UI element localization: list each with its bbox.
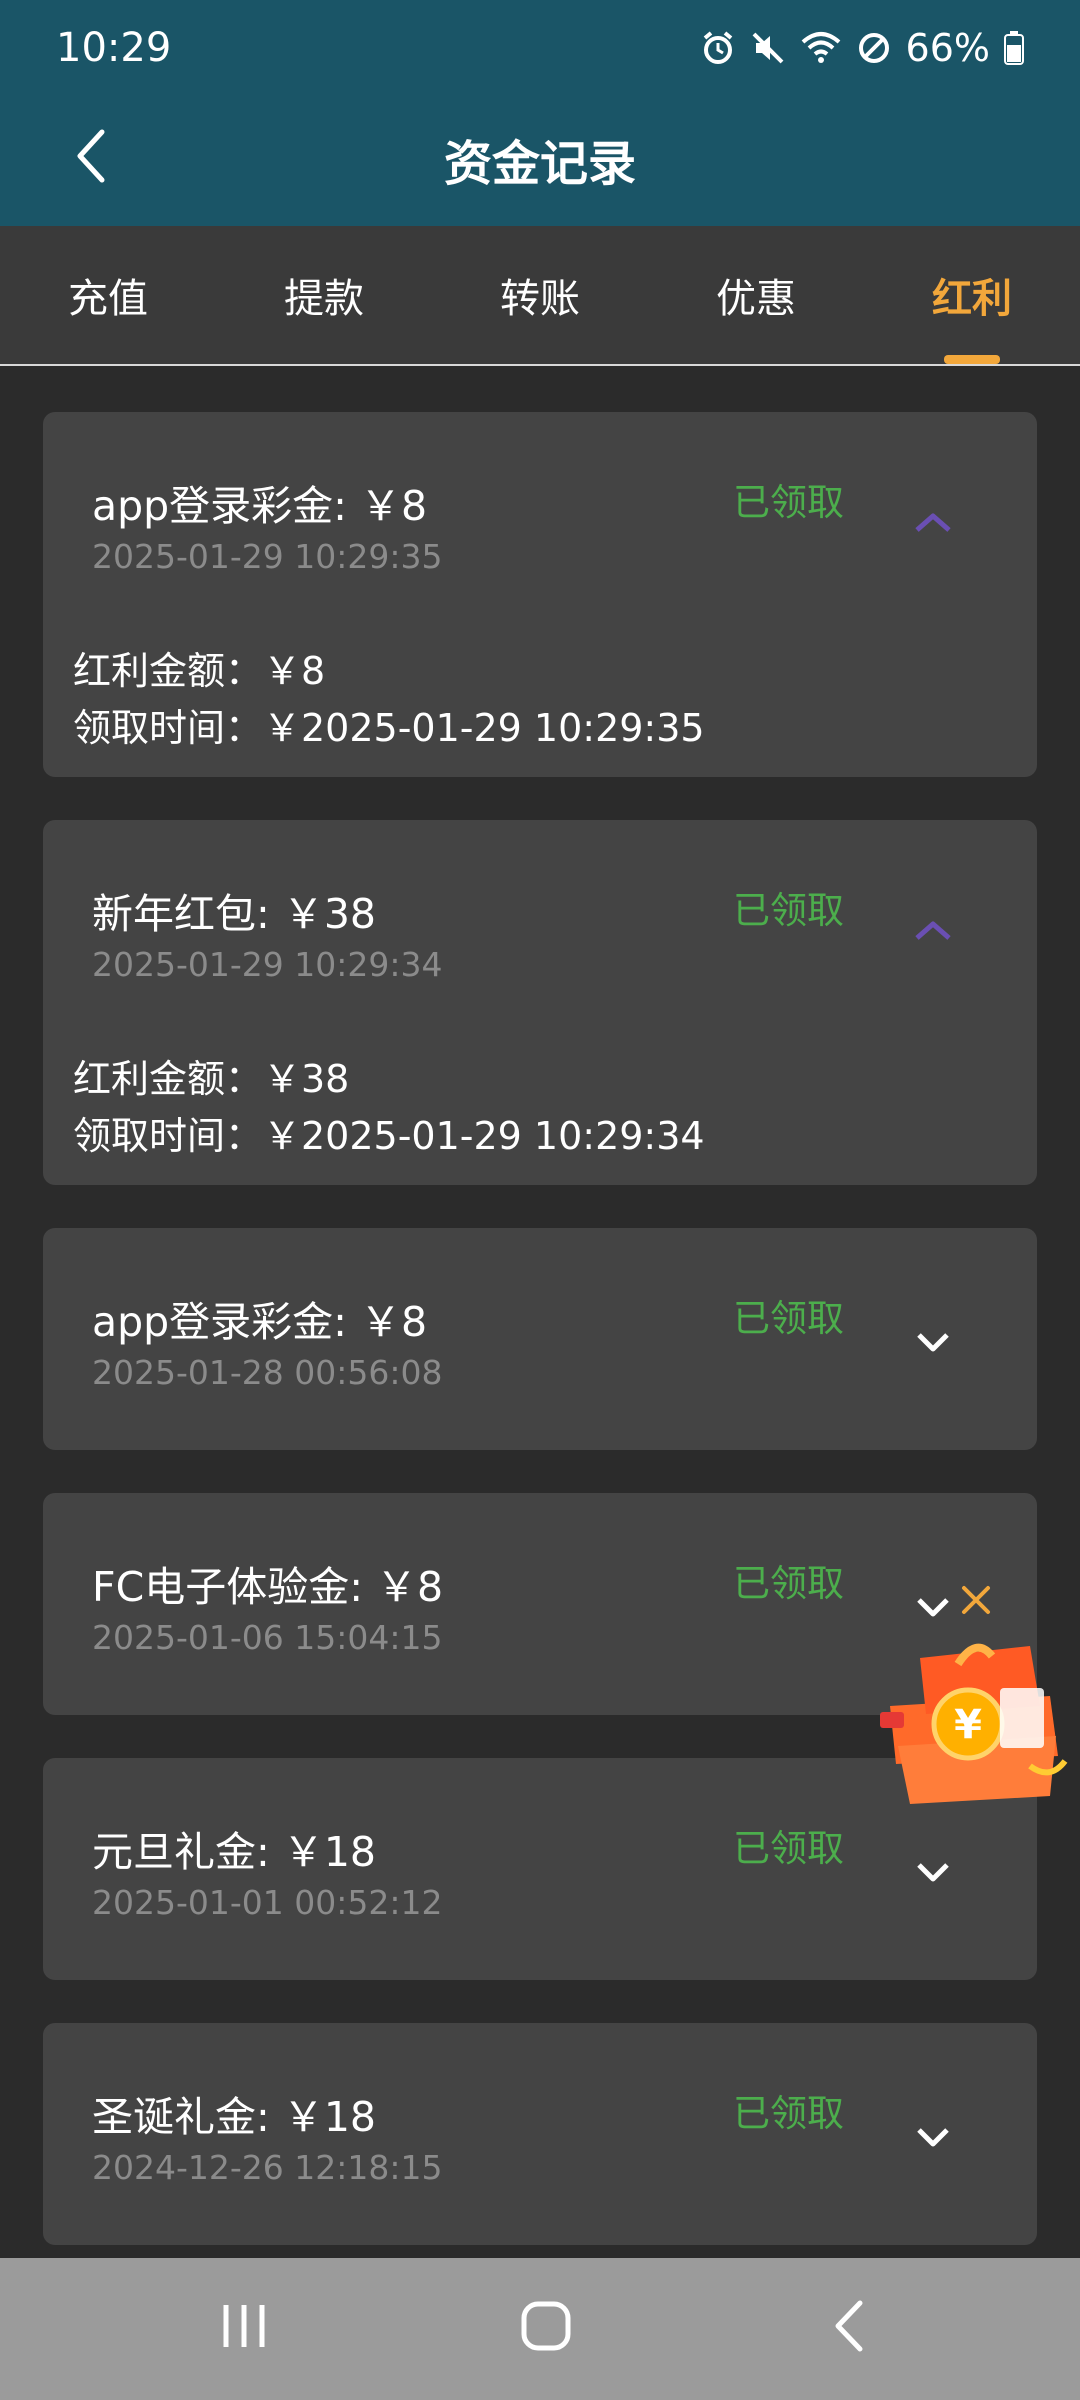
tab-label: 优惠 [716, 276, 796, 322]
floating-promo[interactable]: ¥ [880, 1576, 1070, 1816]
collapse-button[interactable] [903, 502, 963, 546]
record-title: FC电子体验金: ￥8 [92, 1563, 444, 1611]
svg-text:¥: ¥ [954, 1702, 982, 1748]
battery-percent: 66% [905, 26, 990, 70]
record-title: app登录彩金: ￥8 [92, 482, 428, 530]
tab-label: 充值 [68, 276, 148, 322]
expand-button[interactable] [903, 2117, 963, 2161]
record-title: 圣诞礼金: ￥18 [92, 2093, 377, 2141]
system-nav-bar [0, 2258, 1080, 2400]
record-date: 2025-01-29 10:29:35 [92, 537, 443, 576]
claim-time: 领取时间：￥2025-01-29 10:29:34 [73, 1114, 705, 1158]
status-bar: 10:29 66% [0, 0, 1080, 96]
record-status: 已领取 [733, 1297, 844, 1340]
record-status: 已领取 [733, 481, 844, 524]
gift-box-icon[interactable]: ¥ [880, 1636, 1070, 1806]
back-icon [830, 2299, 870, 2357]
home-button[interactable] [506, 2298, 586, 2358]
record-date: 2025-01-29 10:29:34 [92, 945, 443, 984]
close-icon[interactable] [956, 1580, 996, 1620]
tab-label: 转账 [500, 276, 580, 322]
claim-time: 领取时间：￥2025-01-29 10:29:35 [73, 706, 705, 750]
page-title: 资金记录 [443, 136, 636, 192]
bonus-amount: 红利金额：￥38 [73, 1057, 350, 1101]
battery-icon [1004, 31, 1024, 65]
system-back-button[interactable] [810, 2298, 890, 2358]
chevron-up-icon [913, 918, 953, 946]
record-status: 已领取 [733, 1827, 844, 1870]
collapse-button[interactable] [903, 910, 963, 954]
record-card[interactable]: 圣诞礼金: ￥18 2024-12-26 12:18:15 已领取 [43, 2023, 1037, 2245]
record-date: 2025-01-28 00:56:08 [92, 1353, 443, 1392]
record-title: app登录彩金: ￥8 [92, 1298, 428, 1346]
record-card[interactable]: 新年红包: ￥38 2025-01-29 10:29:34 已领取 红利金额：￥… [43, 820, 1037, 1185]
record-title: 新年红包: ￥38 [92, 890, 377, 938]
tab-label: 提款 [284, 276, 364, 322]
tab-withdraw[interactable]: 提款 [216, 226, 432, 364]
tab-promotion[interactable]: 优惠 [648, 226, 864, 364]
tab-label: 红利 [932, 276, 1012, 322]
status-time: 10:29 [56, 25, 172, 71]
home-icon [520, 2300, 572, 2356]
tab-deposit[interactable]: 充值 [0, 226, 216, 364]
tab-transfer[interactable]: 转账 [432, 226, 648, 364]
chevron-down-icon [913, 2125, 953, 2153]
bonus-amount: 红利金额：￥8 [73, 649, 326, 693]
recent-apps-icon [218, 2301, 270, 2355]
blocked-icon [856, 30, 892, 66]
record-date: 2025-01-06 15:04:15 [92, 1618, 443, 1657]
record-status: 已领取 [733, 889, 844, 932]
app-header: 资金记录 [0, 96, 1080, 226]
recent-apps-button[interactable] [204, 2298, 284, 2358]
tab-bonus[interactable]: 红利 [864, 226, 1080, 364]
tab-bar: 充值 提款 转账 优惠 红利 [0, 226, 1080, 366]
record-title: 元旦礼金: ￥18 [92, 1828, 377, 1876]
active-tab-indicator [944, 355, 1000, 364]
expand-button[interactable] [903, 1852, 963, 1896]
chevron-down-icon [913, 1860, 953, 1888]
chevron-up-icon [913, 510, 953, 538]
expand-button[interactable] [903, 1322, 963, 1366]
record-status: 已领取 [733, 1562, 844, 1605]
chevron-down-icon [913, 1330, 953, 1358]
wifi-icon [800, 30, 842, 66]
record-status: 已领取 [733, 2092, 844, 2135]
alarm-icon [700, 30, 736, 66]
record-date: 2024-12-26 12:18:15 [92, 2148, 443, 2187]
record-card[interactable]: app登录彩金: ￥8 2025-01-28 00:56:08 已领取 [43, 1228, 1037, 1450]
record-card[interactable]: app登录彩金: ￥8 2025-01-29 10:29:35 已领取 红利金额… [43, 412, 1037, 777]
record-date: 2025-01-01 00:52:12 [92, 1883, 443, 1922]
status-icons: 66% [700, 26, 1024, 70]
mute-icon [750, 30, 786, 66]
